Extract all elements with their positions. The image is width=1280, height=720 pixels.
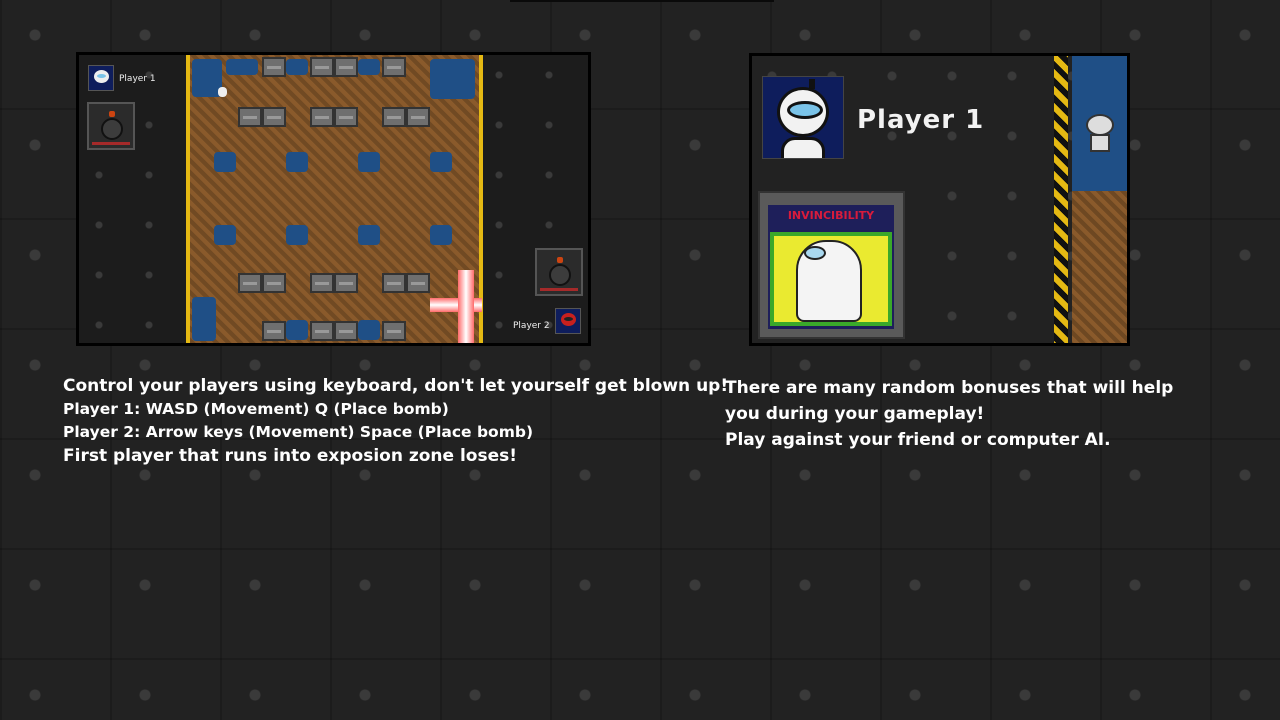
player2-avatar-icon — [555, 308, 581, 334]
player1-sprite — [218, 87, 227, 97]
instructions-line-3: Player 2: Arrow keys (Movement) Space (P… — [63, 423, 534, 441]
player2-label: Player 2 — [513, 321, 550, 331]
bonus-card: INVINCIBILITY — [758, 191, 905, 339]
bonuses-line-1: There are many random bonuses that will … — [725, 378, 1174, 424]
player2-bomb-icon — [535, 248, 583, 296]
explosion — [430, 298, 482, 312]
player-title: Player 1 — [857, 105, 985, 135]
bonus-label: INVINCIBILITY — [787, 209, 875, 222]
player1-label: Player 1 — [119, 74, 156, 84]
bonus-screenshot: Player 1 INVINCIBILITY — [749, 53, 1130, 346]
instructions-line-1: Control your players using keyboard, don… — [63, 376, 729, 396]
bonuses-description: There are many random bonuses that will … — [725, 375, 1195, 453]
gameplay-screenshot: Player 1 Player 2 — [76, 52, 591, 346]
hazard-stripe — [1054, 56, 1068, 343]
dirt-column — [1072, 191, 1127, 343]
bonuses-line-2: Play against your friend or computer AI. — [725, 430, 1111, 450]
game-arena — [186, 55, 483, 343]
robot-sprite-icon — [1082, 114, 1118, 154]
player1-avatar-icon — [88, 65, 114, 91]
player1-bomb-icon — [87, 102, 135, 150]
instructions-line-2: Player 1: WASD (Movement) Q (Place bomb) — [63, 400, 449, 418]
player1-portrait-icon — [762, 76, 844, 159]
instructions-line-4: First player that runs into exposion zon… — [63, 446, 518, 466]
top-strip — [510, 0, 774, 2]
instructions: Control your players using keyboard, don… — [63, 374, 728, 468]
